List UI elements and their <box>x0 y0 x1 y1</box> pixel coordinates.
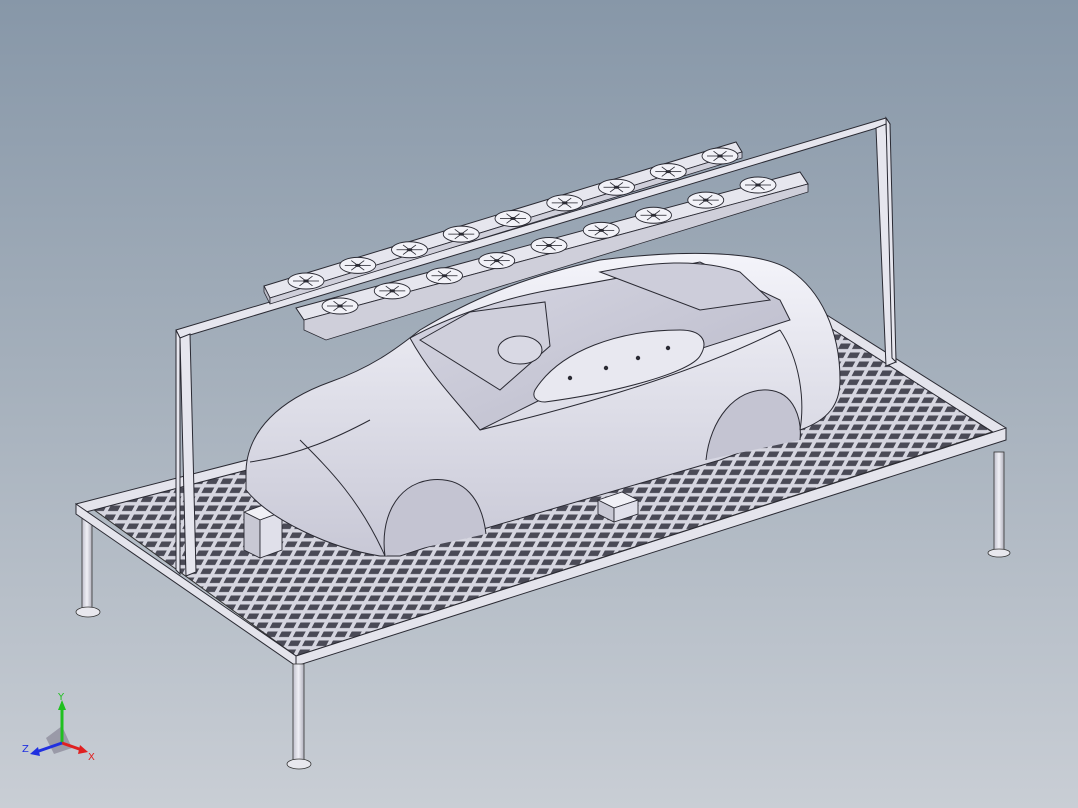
cad-model-scene[interactable] <box>0 0 1078 808</box>
x-axis-arrow <box>78 745 88 754</box>
fan-icon <box>582 221 620 239</box>
fan-icon <box>546 194 584 212</box>
fan-icon <box>287 272 325 290</box>
fan-icon <box>635 206 672 224</box>
fan-icon <box>530 237 568 254</box>
fan-icon <box>339 256 377 274</box>
fan-icon <box>321 297 359 315</box>
fan-icon <box>426 267 463 285</box>
fan-icon <box>701 147 739 165</box>
fan-icon <box>649 163 687 181</box>
orientation-triad[interactable]: Y X Z <box>16 688 106 768</box>
graphics-viewport[interactable]: Y X Z <box>0 0 1078 808</box>
fan-icon <box>442 225 480 243</box>
triad-base <box>46 726 72 754</box>
fan-icon <box>687 191 725 209</box>
x-axis-label: X <box>88 752 95 763</box>
support-legs-front <box>286 663 312 770</box>
z-axis-arrow <box>30 747 40 756</box>
fan-icon <box>598 178 635 196</box>
fan-icon <box>391 241 428 259</box>
y-axis-label: Y <box>57 692 65 703</box>
fan-icon <box>478 252 516 270</box>
fan-icon <box>373 282 411 300</box>
z-axis-label: Z <box>22 744 29 755</box>
fan-icon <box>739 176 777 194</box>
fan-icon <box>494 210 532 227</box>
